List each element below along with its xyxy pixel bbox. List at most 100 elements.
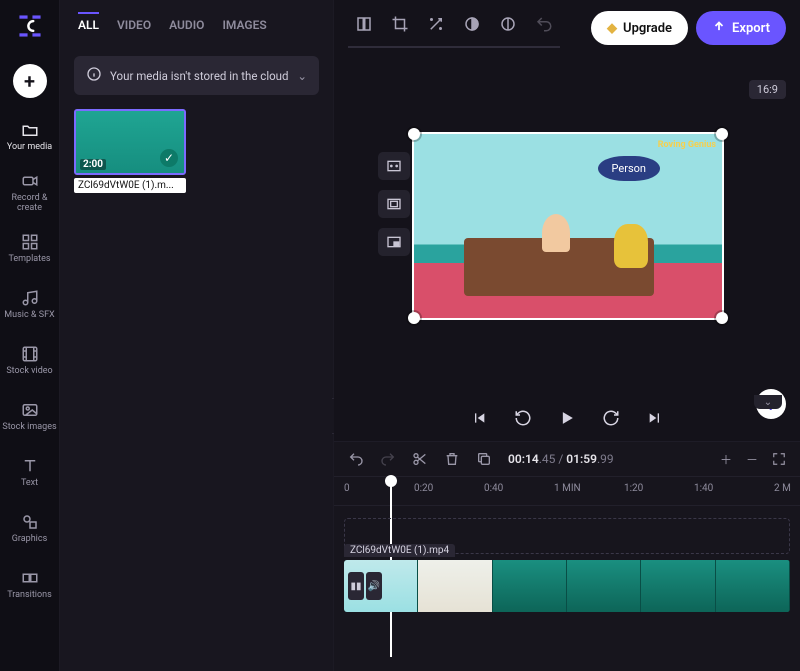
thumbnail-duration: 2:00 <box>80 159 106 170</box>
tick: 1:20 <box>624 483 643 494</box>
check-icon: ✓ <box>160 149 178 167</box>
fit-button[interactable] <box>378 152 410 180</box>
aspect-ratio-button[interactable]: 16:9 <box>749 80 786 99</box>
stage-toolbar: ◆ Upgrade Export <box>334 0 800 56</box>
split-button[interactable] <box>412 451 428 467</box>
undo-button[interactable] <box>528 8 560 40</box>
clip-pause-icon[interactable]: ▮▮ <box>348 572 364 600</box>
nav-label: Templates <box>8 254 50 264</box>
nav-label: Graphics <box>12 534 47 544</box>
tab-all[interactable]: ALL <box>78 12 99 38</box>
diamond-icon: ◆ <box>607 21 617 36</box>
chevron-down-icon: ⌄ <box>297 69 307 83</box>
clip-frame <box>418 560 492 612</box>
total-time: 01:59 <box>566 452 597 466</box>
timeline-toolbar: 00:14.45 / 01:59.99 ＋ － <box>334 442 800 476</box>
shapes-icon <box>21 513 39 531</box>
pip-button[interactable] <box>378 228 410 256</box>
info-icon <box>86 66 102 85</box>
timeline: 00:14.45 / 01:59.99 ＋ － 0 0:20 0:40 1 MI… <box>334 441 800 671</box>
duplicate-button[interactable] <box>476 451 492 467</box>
resize-handle-br[interactable] <box>716 312 728 324</box>
play-button[interactable] <box>556 407 578 429</box>
layout-button[interactable] <box>348 8 380 40</box>
thumbnail-filename: ZCl69dVtW0E (1).m... <box>74 178 186 193</box>
zoom-fit-button[interactable] <box>772 451 786 468</box>
illustration-dino <box>614 224 648 268</box>
thumbnail-image: 2:00 ✓ <box>74 109 186 175</box>
nav-stock-video[interactable]: Stock video <box>0 332 59 388</box>
transport-controls: ⌄ <box>334 395 800 441</box>
media-thumbnail[interactable]: 2:00 ✓ ZCl69dVtW0E (1).m... <box>74 109 186 193</box>
app-sidebar: + Your media Record & create Templates M… <box>0 0 60 671</box>
clip-audio-icon[interactable]: 🔊 <box>366 572 382 600</box>
banner-text: Your media isn't stored in the cloud <box>110 69 289 83</box>
tool-group <box>348 8 560 48</box>
collapse-timeline-button[interactable]: ⌄ <box>754 395 782 409</box>
music-icon <box>21 289 39 307</box>
tracks: ZCl69dVtW0E (1).mp4 ▮▮ 🔊 <box>334 506 800 612</box>
text-icon <box>21 457 39 475</box>
tab-audio[interactable]: AUDIO <box>169 18 204 38</box>
clip-body[interactable]: ▮▮ 🔊 <box>344 560 790 612</box>
current-frac: .45 <box>539 452 556 466</box>
tick: 2 M <box>774 483 791 494</box>
forward-button[interactable] <box>600 407 622 429</box>
zoom-in-button[interactable]: ＋ <box>720 451 732 468</box>
resize-handle-tl[interactable] <box>408 128 420 140</box>
prev-button[interactable] <box>468 407 490 429</box>
rewind-button[interactable] <box>512 407 534 429</box>
total-frac: .99 <box>597 452 614 466</box>
tab-images[interactable]: IMAGES <box>222 18 266 38</box>
media-tabs: ALL VIDEO AUDIO IMAGES <box>60 0 333 48</box>
grid-icon <box>21 233 39 251</box>
tick: 1:40 <box>694 483 713 494</box>
filter-button[interactable] <box>492 8 524 40</box>
nav: Your media Record & create Templates Mus… <box>0 108 59 612</box>
undo-button[interactable] <box>348 451 364 467</box>
resize-handle-bl[interactable] <box>408 312 420 324</box>
video-clip[interactable]: ZCl69dVtW0E (1).mp4 ▮▮ 🔊 <box>344 560 790 612</box>
clip-label: ZCl69dVtW0E (1).mp4 <box>344 544 455 557</box>
illustration-kid <box>542 214 570 252</box>
media-grid: 2:00 ✓ ZCl69dVtW0E (1).m... <box>60 109 333 193</box>
nav-music[interactable]: Music & SFX <box>0 276 59 332</box>
preview-canvas[interactable]: Person Roving Genius <box>414 134 722 318</box>
tick: 0 <box>344 483 350 494</box>
redo-button[interactable] <box>380 451 396 467</box>
nav-label: Your media <box>7 142 52 152</box>
canvas-side-tools <box>378 152 410 256</box>
nav-label: Transitions <box>7 590 52 600</box>
next-button[interactable] <box>644 407 666 429</box>
nav-text[interactable]: Text <box>0 444 59 500</box>
resize-handle-tr[interactable] <box>716 128 728 140</box>
magic-button[interactable] <box>420 8 452 40</box>
tick: 0:20 <box>414 483 433 494</box>
tick: 0:40 <box>484 483 503 494</box>
contrast-button[interactable] <box>456 8 488 40</box>
crop-button[interactable] <box>384 8 416 40</box>
cloud-storage-banner[interactable]: Your media isn't stored in the cloud ⌄ <box>74 56 319 95</box>
nav-graphics[interactable]: Graphics <box>0 500 59 556</box>
tick: 1 MIN <box>554 483 581 494</box>
nav-transitions[interactable]: Transitions <box>0 556 59 612</box>
upload-icon <box>712 19 726 37</box>
clip-frame <box>567 560 641 612</box>
nav-templates[interactable]: Templates <box>0 220 59 276</box>
fill-button[interactable] <box>378 190 410 218</box>
upgrade-button[interactable]: ◆ Upgrade <box>591 11 688 45</box>
zoom-out-button[interactable]: － <box>746 451 758 468</box>
tab-video[interactable]: VIDEO <box>117 18 151 38</box>
nav-label: Stock images <box>2 422 56 432</box>
nav-stock-images[interactable]: Stock images <box>0 388 59 444</box>
watermark: Roving Genius <box>658 140 716 150</box>
nav-your-media[interactable]: Your media <box>0 108 59 164</box>
nav-record-create[interactable]: Record & create <box>0 164 59 220</box>
timeline-ruler[interactable]: 0 0:20 0:40 1 MIN 1:20 1:40 2 M <box>334 476 800 506</box>
add-media-button[interactable]: + <box>13 64 47 98</box>
export-button[interactable]: Export <box>696 11 786 45</box>
delete-button[interactable] <box>444 451 460 467</box>
stage: ◆ Upgrade Export 16:9 Person Roving Geni… <box>334 0 800 441</box>
video-frame: Person Roving Genius <box>414 134 722 318</box>
nav-label: Stock video <box>6 366 52 376</box>
